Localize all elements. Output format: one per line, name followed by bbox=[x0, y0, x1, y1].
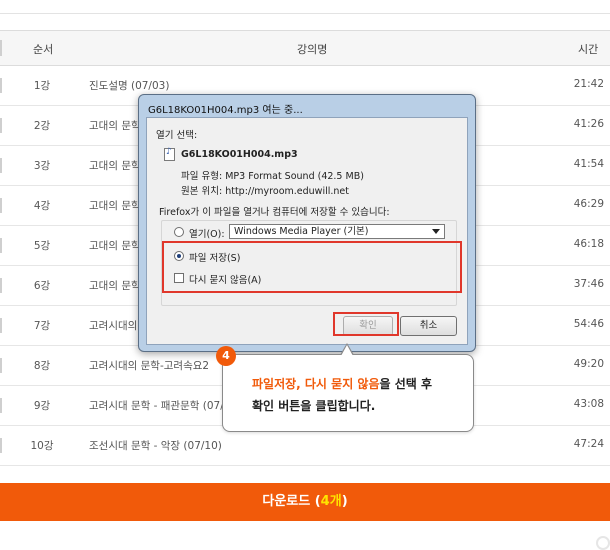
row-num: 4강 bbox=[33, 200, 51, 212]
download-button[interactable]: 다운로드 (4개) bbox=[0, 483, 610, 521]
file-source: 원본 위치: http://myroom.eduwill.net bbox=[181, 186, 349, 197]
header-title: 강의명 bbox=[297, 43, 328, 56]
row-title[interactable]: 고대의 문학 bbox=[89, 238, 141, 253]
row-num: 3강 bbox=[33, 160, 51, 172]
file-type: 파일 유형: MP3 Format Sound (42.5 MB) bbox=[181, 171, 364, 182]
row-num: 1강 bbox=[33, 80, 51, 92]
download-label: 다운로드 ( bbox=[262, 494, 321, 509]
row-time: 54:46 bbox=[573, 318, 604, 330]
mp3-file-icon bbox=[164, 147, 175, 161]
instruction-callout bbox=[222, 354, 474, 432]
row-checkbox-edge[interactable] bbox=[0, 398, 2, 413]
file-open-dialog: G6L18KO01H004.mp3 여는 중... 열기 선택: G6L18KO… bbox=[138, 94, 476, 352]
scroll-top-icon[interactable] bbox=[596, 536, 610, 550]
row-checkbox-edge[interactable] bbox=[0, 118, 2, 133]
row-time: 37:46 bbox=[573, 278, 604, 290]
dialog-body: 열기 선택: G6L18KO01H004.mp3 파일 유형: MP3 Form… bbox=[146, 117, 468, 345]
row-num: 2강 bbox=[33, 120, 51, 132]
dialog-question: Firefox가 이 파일을 열거나 컴퓨터에 저장할 수 있습니다: bbox=[159, 207, 390, 218]
table-row[interactable]: 10강 조선시대 문학 - 악장 (07/10) 47:24 bbox=[0, 426, 610, 466]
row-num: 6강 bbox=[33, 280, 51, 292]
cancel-button[interactable]: 취소 bbox=[400, 316, 457, 336]
open-with-option: 열기(O): bbox=[189, 229, 225, 240]
top-strip bbox=[0, 0, 610, 14]
page: 순서 강의명 시간 1강 진도설명 (07/03) 21:42 2강 고대의 문… bbox=[0, 0, 610, 550]
row-num: 8강 bbox=[33, 360, 51, 372]
row-time: 46:18 bbox=[573, 238, 604, 250]
highlight-save-options bbox=[162, 241, 462, 293]
callout-tail-inner bbox=[341, 345, 353, 356]
row-title[interactable]: 조선시대 문학 - 악장 (07/10) bbox=[89, 438, 222, 453]
row-title[interactable]: 고대의 문학 bbox=[89, 198, 141, 213]
row-checkbox-edge[interactable] bbox=[0, 238, 2, 253]
row-num: 9강 bbox=[33, 400, 51, 412]
row-title[interactable]: 고대의 문학 bbox=[89, 158, 141, 173]
bottom-strip bbox=[0, 521, 610, 550]
row-time: 41:26 bbox=[573, 118, 604, 130]
row-title[interactable]: 진도설명 (07/03) bbox=[89, 78, 169, 93]
highlight-ok-button bbox=[333, 312, 399, 336]
row-checkbox-edge[interactable] bbox=[0, 158, 2, 173]
row-checkbox-edge[interactable] bbox=[0, 358, 2, 373]
row-time: 43:08 bbox=[573, 398, 604, 410]
step-badge: 4 bbox=[216, 346, 236, 366]
row-title[interactable]: 고대의 문학 bbox=[89, 118, 141, 133]
header-time: 시간 bbox=[578, 43, 599, 56]
chevron-down-icon bbox=[432, 229, 440, 234]
callout-highlight: 파일저장, 다시 묻지 않음 bbox=[252, 377, 380, 391]
row-title[interactable]: 고려시대 문학 - 패관문학 (07/1 bbox=[89, 398, 230, 413]
row-checkbox-edge[interactable] bbox=[0, 318, 2, 333]
row-num: 5강 bbox=[33, 240, 51, 252]
row-checkbox-edge[interactable] bbox=[0, 278, 2, 293]
dialog-title: G6L18KO01H004.mp3 여는 중... bbox=[148, 105, 303, 116]
row-num: 10강 bbox=[30, 440, 54, 452]
row-time: 21:42 bbox=[573, 78, 604, 90]
row-checkbox-edge[interactable] bbox=[0, 438, 2, 453]
table-header: 순서 강의명 시간 bbox=[0, 30, 610, 66]
row-checkbox-edge[interactable] bbox=[0, 78, 2, 93]
file-name: G6L18KO01H004.mp3 bbox=[181, 149, 298, 160]
callout-line-1-rest: 을 선택 후 bbox=[379, 377, 433, 391]
row-time: 47:24 bbox=[573, 438, 604, 450]
row-time: 41:54 bbox=[573, 158, 604, 170]
download-count: 4개 bbox=[320, 494, 342, 509]
row-title[interactable]: 고려시대의 bbox=[89, 318, 137, 333]
row-time: 46:29 bbox=[573, 198, 604, 210]
application-select[interactable]: Windows Media Player (기본) bbox=[229, 224, 445, 239]
row-title[interactable]: 고려시대의 문학-고려속요2 bbox=[89, 358, 209, 373]
callout-line-1: 파일저장, 다시 묻지 않음을 선택 후 bbox=[252, 375, 432, 392]
open-with-radio[interactable] bbox=[174, 227, 184, 237]
row-checkbox-edge[interactable] bbox=[0, 198, 2, 213]
open-with-label: 열기 선택: bbox=[156, 130, 198, 141]
application-value: Windows Media Player (기본) bbox=[234, 226, 369, 237]
header-edge bbox=[0, 40, 2, 56]
callout-line-2: 확인 버튼을 클립합니다. bbox=[252, 399, 376, 413]
row-title[interactable]: 고대의 문학 bbox=[89, 278, 141, 293]
row-num: 7강 bbox=[33, 320, 51, 332]
download-label-close: ) bbox=[341, 494, 348, 509]
row-time: 49:20 bbox=[573, 358, 604, 370]
header-num: 순서 bbox=[33, 43, 54, 56]
